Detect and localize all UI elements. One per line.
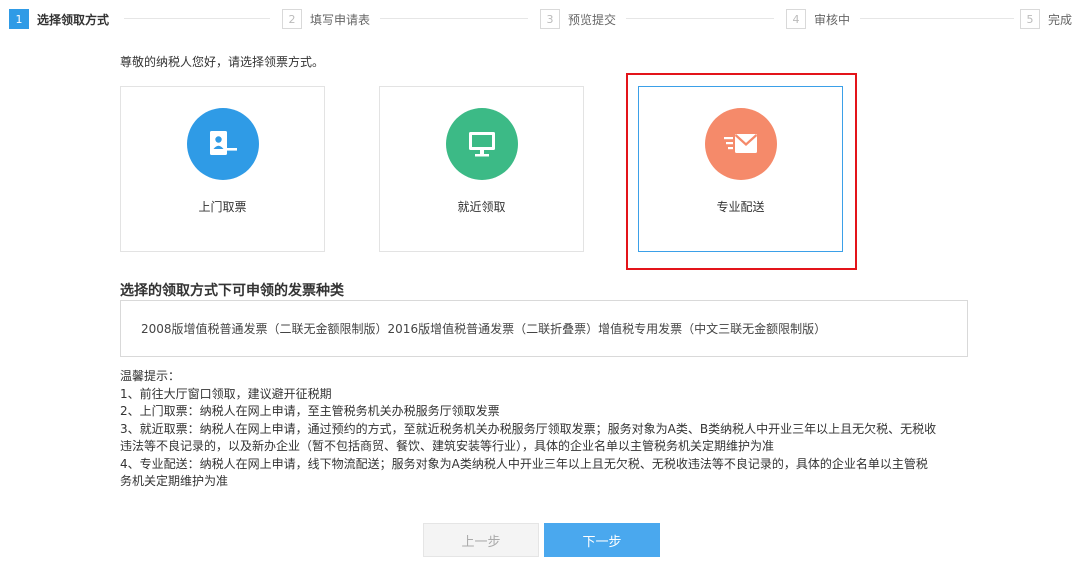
step-label: 审核中 — [814, 12, 851, 27]
tips-line: 2、上门取票：纳税人在网上申请，至主管税务机关办税服务厅领取发票 — [120, 404, 500, 418]
step-choose-method: 1 选择领取方式 — [9, 9, 109, 29]
step-number: 2 — [282, 9, 302, 29]
step-number: 3 — [540, 9, 560, 29]
invoice-types-box: 2008版增值税普通发票（二联无金额限制版）2016版增值税普通发票（二联折叠票… — [120, 300, 968, 357]
tips-block: 温馨提示： 1、前往大厅窗口领取，建议避开征税期 2、上门取票：纳税人在网上申请… — [120, 368, 980, 491]
step-connector — [380, 18, 528, 19]
step-connector — [626, 18, 774, 19]
step-number: 5 — [1020, 9, 1040, 29]
option-card-delivery[interactable]: 专业配送 — [638, 86, 843, 252]
greeting-text: 尊敬的纳税人您好，请选择领票方式。 — [120, 55, 325, 69]
step-label: 选择领取方式 — [37, 12, 110, 27]
option-label: 上门取票 — [198, 200, 247, 214]
envelope-icon — [704, 108, 777, 180]
option-card-nearby[interactable]: 就近领取 — [379, 86, 584, 252]
step-fill-form: 2 填写申请表 — [282, 9, 370, 29]
step-under-review: 4 审核中 — [786, 9, 850, 29]
next-step-button[interactable]: 下一步 — [544, 523, 660, 557]
tips-heading: 温馨提示： — [120, 369, 181, 383]
tips-line: 务机关定期维护为准 — [120, 474, 229, 488]
prev-step-button[interactable]: 上一步 — [423, 523, 539, 557]
step-done: 5 完成 — [1020, 9, 1072, 29]
step-connector — [860, 18, 1014, 19]
step-number: 1 — [9, 9, 29, 29]
step-connector — [124, 18, 270, 19]
tips-line: 违法等不良记录的，以及新办企业（暂不包括商贸、餐饮、建筑安装等行业），具体的企业… — [120, 439, 775, 453]
step-number: 4 — [786, 9, 806, 29]
monitor-icon — [445, 108, 518, 180]
option-label: 就近领取 — [457, 200, 506, 214]
tips-line: 4、专业配送：纳税人在网上申请，线下物流配送；服务对象为A类纳税人中开业三年以上… — [120, 456, 928, 471]
option-label: 专业配送 — [716, 200, 765, 214]
invoice-section-title: 选择的领取方式下可申领的发票种类 — [120, 283, 344, 299]
progress-stepper: 1 选择领取方式 2 填写申请表 3 预览提交 4 审核中 5 完成 — [0, 9, 1080, 29]
tips-line: 3、就近取票：纳税人在网上申请，通过预约的方式，至就近税务机关办税服务厅领取发票… — [120, 421, 937, 436]
step-label: 填写申请表 — [310, 12, 371, 27]
step-preview-submit: 3 预览提交 — [540, 9, 616, 29]
invoice-types-text: 2008版增值税普通发票（二联无金额限制版）2016版增值税普通发票（二联折叠票… — [141, 322, 827, 336]
tips-line: 1、前往大厅窗口领取，建议避开征税期 — [120, 386, 332, 401]
step-label: 预览提交 — [568, 12, 617, 27]
step-label: 完成 — [1048, 12, 1073, 27]
option-card-pickup[interactable]: 上门取票 — [120, 86, 325, 252]
user-card-icon — [186, 108, 259, 180]
